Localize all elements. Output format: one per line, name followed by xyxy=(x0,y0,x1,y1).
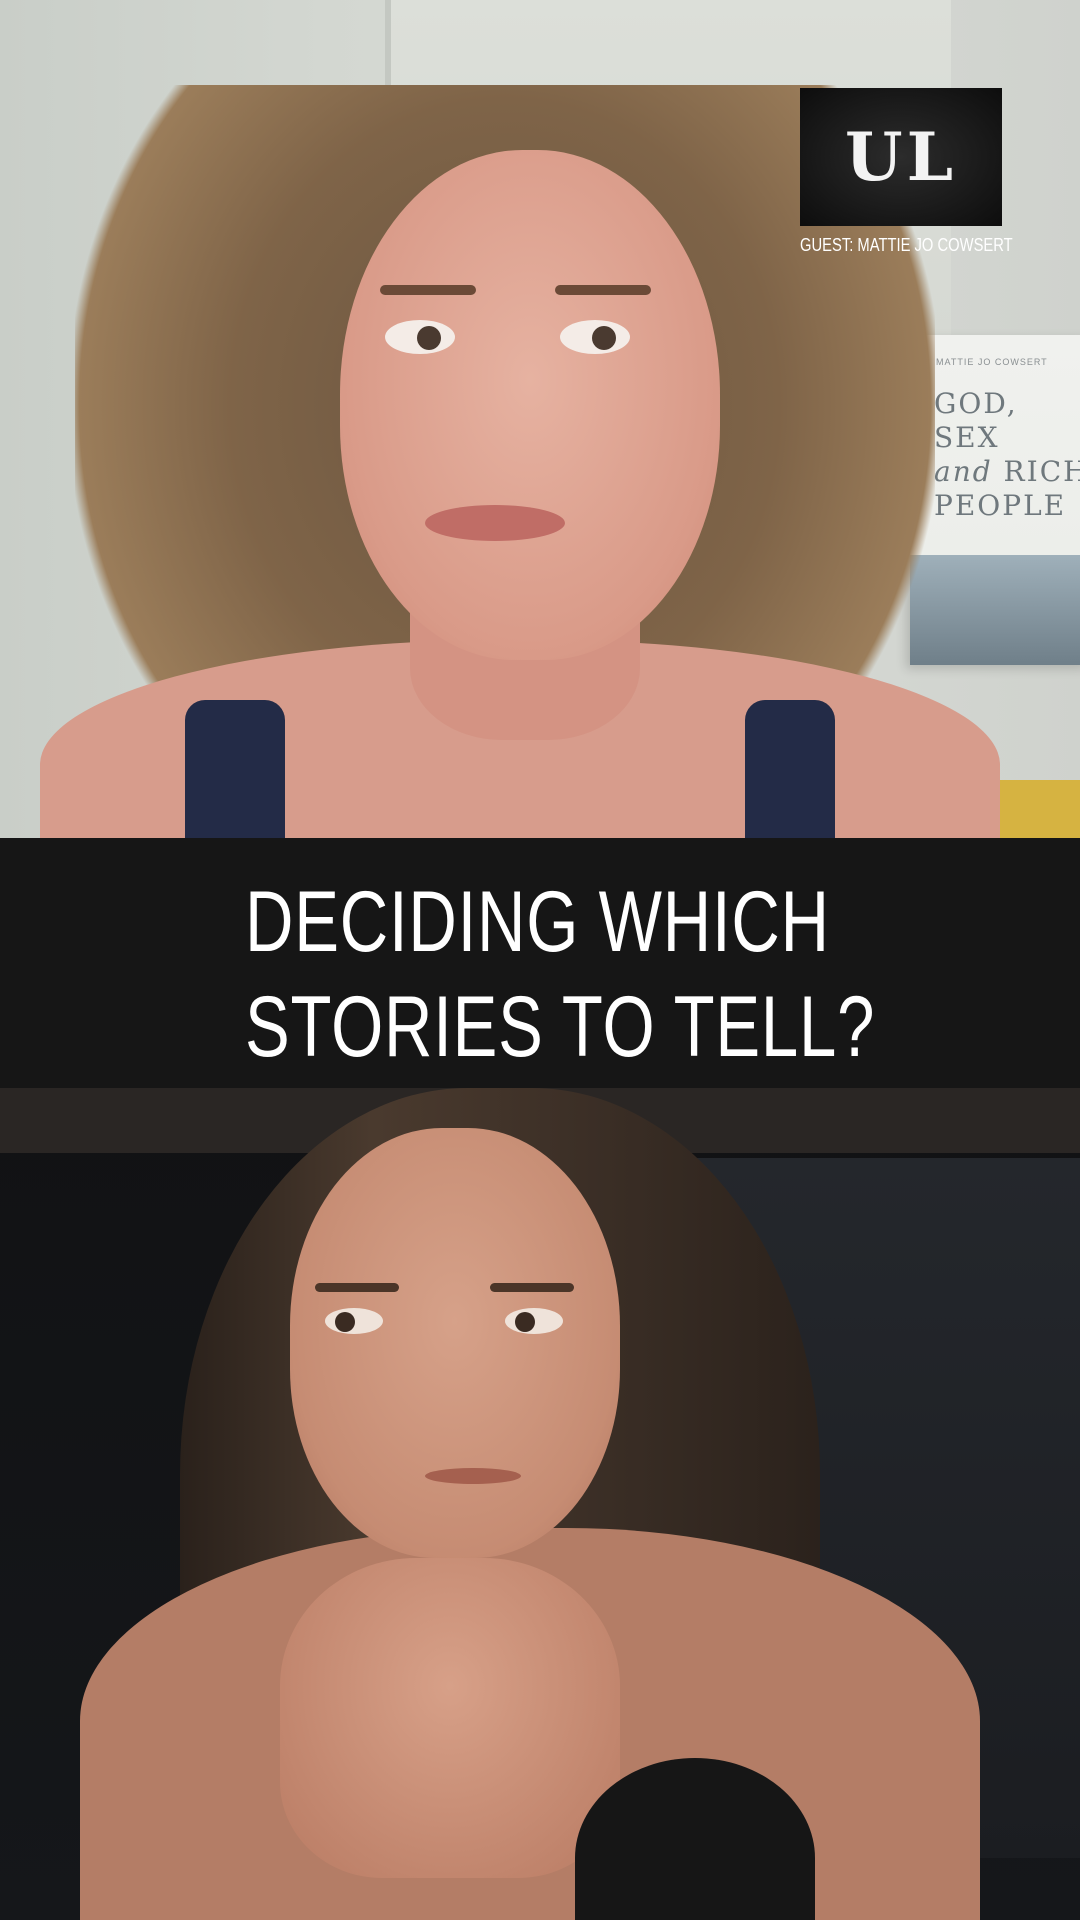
guest-face xyxy=(340,150,720,660)
show-logo: UL xyxy=(800,88,1002,226)
book-cover-photo xyxy=(910,555,1080,665)
guest-brow xyxy=(380,285,476,295)
guest-video-panel: GOD, SERICH P MATTIE JO COWSERT GOD, SEX… xyxy=(0,0,1080,838)
guest-top-strap xyxy=(745,700,835,838)
host-brow xyxy=(315,1283,399,1292)
host-face xyxy=(290,1128,620,1558)
book-author: MATTIE JO COWSERT xyxy=(936,357,1048,367)
host-eye xyxy=(505,1308,563,1334)
book-title: GOD, SEX and RICH PEOPLE xyxy=(934,387,1080,522)
host-video-panel xyxy=(0,1088,1080,1920)
host-clasped-hands xyxy=(280,1558,620,1878)
logo-text: UL xyxy=(845,118,957,196)
video-frame: GOD, SERICH P MATTIE JO COWSERT GOD, SEX… xyxy=(0,0,1080,1920)
background-book: MATTIE JO COWSERT GOD, SEX and RICH PEOPLE xyxy=(910,335,1080,665)
guest-top-strap xyxy=(185,700,285,838)
guest-eye xyxy=(560,320,630,354)
host-brow xyxy=(490,1283,574,1292)
guest-brow xyxy=(555,285,651,295)
host-mouth xyxy=(425,1468,521,1484)
caption-line-1: DECIDING WHICH xyxy=(245,874,830,970)
guest-mouth xyxy=(425,505,565,541)
guest-eye xyxy=(385,320,455,354)
host-eye xyxy=(325,1308,383,1334)
guest-name-caption: GUEST: MATTIE JO COWSERT xyxy=(800,235,1013,255)
caption-line-2: STORIES TO TELL? xyxy=(245,979,876,1075)
